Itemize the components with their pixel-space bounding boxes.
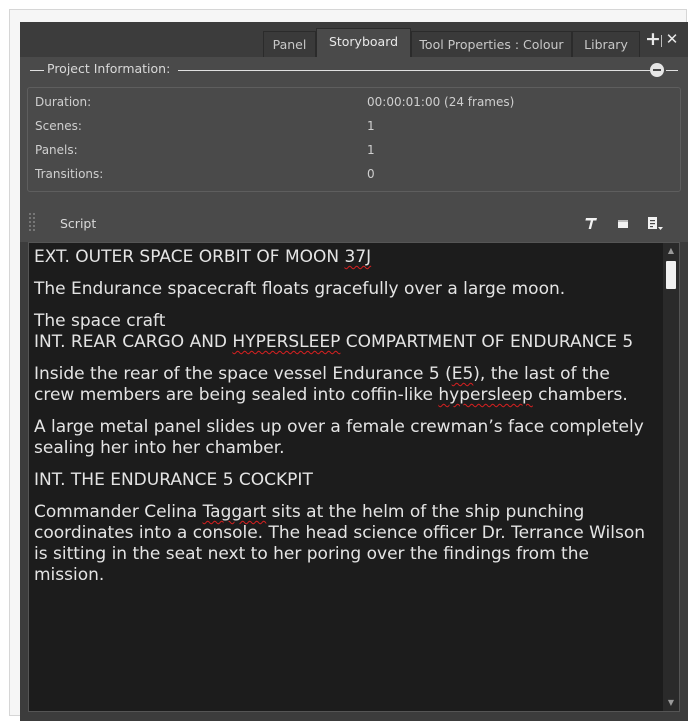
tab-separator — [661, 35, 662, 47]
collapse-icon[interactable] — [650, 63, 664, 77]
scenes-label: Scenes: — [35, 119, 82, 133]
script-menu-icon[interactable] — [646, 215, 664, 231]
tab-panel[interactable]: Panel — [263, 31, 316, 57]
script-paragraph[interactable]: Commander Celina Taggart sits at the hel… — [34, 502, 654, 586]
tab-library[interactable]: Library — [572, 31, 640, 57]
panels-label: Panels: — [35, 143, 78, 157]
tab-bar: Panel Storyboard Tool Properties : Colou… — [20, 22, 688, 57]
storyboard-panel-window: Panel Storyboard Tool Properties : Colou… — [20, 22, 688, 721]
window-icon[interactable] — [615, 215, 631, 231]
script-paragraph[interactable]: The Endurance spacecraft floats graceful… — [34, 279, 654, 300]
script-paragraph[interactable]: The space craft INT. REAR CARGO AND HYPE… — [34, 311, 654, 353]
duration-label: Duration: — [35, 95, 92, 109]
script-paragraph[interactable]: Inside the rear of the space vessel Endu… — [34, 364, 654, 406]
transitions-value: 0 — [367, 167, 375, 181]
divider — [178, 70, 650, 71]
project-information-title: Project Information: — [47, 61, 171, 76]
script-text-run: The Endurance spacecraft floats graceful… — [34, 279, 566, 299]
drag-handle-icon[interactable] — [28, 212, 36, 232]
script-text-run: Commander Celina — [34, 502, 203, 522]
script-text[interactable]: EXT. OUTER SPACE ORBIT OF MOON 37J The En… — [34, 247, 654, 597]
close-icon[interactable]: ✕ — [665, 31, 679, 47]
script-text-run: chambers. — [532, 385, 628, 405]
script-text-run: A large metal panel slides up over a fem… — [34, 417, 650, 458]
script-toolbar: Script — [20, 206, 688, 242]
script-text-run: The space craft INT. REAR CARGO AND — [34, 311, 228, 352]
scroll-down-icon[interactable]: ▼ — [663, 695, 679, 711]
project-information-box: Duration: 00:00:01:00 (24 frames) Scenes… — [27, 87, 681, 192]
divider — [30, 70, 44, 71]
transitions-label: Transitions: — [35, 167, 104, 181]
project-information-section: Duration: 00:00:01:00 (24 frames) Scenes… — [20, 81, 688, 206]
scroll-up-icon[interactable]: ▲ — [663, 243, 679, 259]
scenes-value: 1 — [367, 119, 375, 133]
script-text-run: Inside the rear of the space vessel Endu… — [34, 364, 452, 384]
script-paragraph[interactable]: INT. THE ENDURANCE 5 COCKPIT — [34, 470, 654, 491]
add-tab-icon[interactable]: + — [645, 30, 661, 49]
vertical-scrollbar[interactable]: ▲ ▼ — [663, 243, 679, 711]
misspelled-word: E5 — [451, 364, 474, 384]
script-paragraph[interactable]: A large metal panel slides up over a fem… — [34, 417, 654, 459]
script-text-area[interactable]: EXT. OUTER SPACE ORBIT OF MOON 37J The En… — [28, 242, 680, 712]
project-information-header: Project Information: — [20, 57, 688, 81]
misspelled-word: HYPERSLEEP — [232, 332, 341, 352]
divider — [666, 70, 678, 71]
script-text-run: INT. THE ENDURANCE 5 COCKPIT — [34, 470, 313, 490]
scrollbar-thumb[interactable] — [666, 261, 676, 289]
script-text-run: EXT. OUTER SPACE ORBIT OF MOON — [34, 247, 345, 267]
tab-storyboard[interactable]: Storyboard — [316, 28, 411, 57]
script-label: Script — [60, 216, 97, 231]
duration-value: 00:00:01:00 (24 frames) — [367, 95, 515, 109]
text-format-icon[interactable] — [583, 215, 599, 231]
script-paragraph[interactable]: EXT. OUTER SPACE ORBIT OF MOON 37J — [34, 247, 654, 268]
tab-tool-properties-colour[interactable]: Tool Properties : Colour — [411, 31, 572, 57]
misspelled-word: 37J — [344, 247, 372, 267]
panels-value: 1 — [367, 143, 375, 157]
script-text-run: COMPARTMENT OF ENDURANCE 5 — [340, 332, 634, 352]
misspelled-word: hypersleep — [438, 385, 533, 405]
misspelled-word: Taggart — [202, 502, 267, 522]
